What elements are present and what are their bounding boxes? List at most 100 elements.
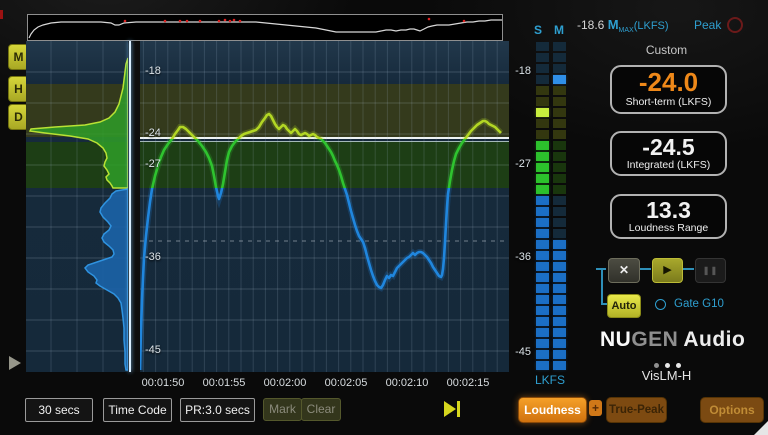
meter-segment [553, 42, 566, 51]
auto-bracket-line [601, 269, 603, 305]
meter-segment [536, 152, 549, 161]
loudness-view-button[interactable]: Loudness [518, 397, 587, 423]
meter-segment [536, 328, 549, 337]
history-curve-graphic [140, 41, 509, 372]
meter-segment [536, 240, 549, 249]
timecode-button[interactable]: Time Code [103, 398, 172, 422]
loudness-range-value: 13.3 [612, 198, 725, 222]
meter-segment [553, 108, 566, 117]
graph-scale-label: -45 [145, 344, 161, 356]
loudness-range-box-label: Loudness Range [612, 222, 725, 234]
meter-segment [553, 53, 566, 62]
meter-segment [553, 328, 566, 337]
short-term-readout-box[interactable]: -24.0 Short-term (LKFS) [610, 65, 727, 114]
preset-name[interactable]: Custom [610, 43, 723, 57]
meter-segment [553, 218, 566, 227]
meter-scale-label: -36 [503, 251, 531, 263]
meter-unit-label: LKFS [527, 373, 573, 387]
momentary-max-readout[interactable]: -18.6 MMAX(LKFS) [577, 17, 669, 34]
add-view-button[interactable]: + [589, 400, 602, 416]
reset-button[interactable]: ✕ [608, 258, 640, 283]
momentary-max-value: -18.6 [577, 18, 604, 32]
momentary-meter-label: M [552, 23, 566, 37]
meter-segment [553, 152, 566, 161]
time-axis-label: 00:02:05 [316, 377, 376, 389]
logo-part-gen: GEN [631, 328, 678, 351]
meter-segment [553, 262, 566, 271]
loudness-range-readout-box[interactable]: 13.3 Loudness Range [610, 194, 727, 239]
meter-segment [553, 284, 566, 293]
meter-segment [553, 97, 566, 106]
peak-indicator-lamp[interactable] [727, 17, 743, 33]
momentary-max-unit: (LKFS) [634, 20, 669, 32]
time-axis-label: 00:02:15 [438, 377, 498, 389]
meter-segment [553, 295, 566, 304]
momentary-max-m: M [608, 17, 619, 32]
histogram-play-icon[interactable] [9, 356, 21, 370]
meter-segment [553, 229, 566, 238]
meter-segment [536, 361, 549, 370]
meter-segment [536, 262, 549, 271]
gate-label: Gate G10 [674, 298, 724, 310]
meter-segment [536, 185, 549, 194]
time-axis-label: 00:01:55 [194, 377, 254, 389]
true-peak-view-button[interactable]: True-Peak [606, 397, 667, 423]
auto-button[interactable]: Auto [607, 294, 641, 318]
meter-segment [553, 75, 566, 84]
meter-segment [536, 141, 549, 150]
meter-segment [536, 174, 549, 183]
meter-segment [536, 284, 549, 293]
history-window-button[interactable]: 30 secs [25, 398, 93, 422]
waveform-overview[interactable] [27, 14, 503, 41]
meter-segment [536, 218, 549, 227]
meter-segment [553, 130, 566, 139]
short-term-value: -24.0 [612, 69, 725, 96]
meter-segment [536, 97, 549, 106]
mark-button[interactable]: Mark [263, 398, 302, 421]
loudness-history-graph[interactable] [140, 41, 509, 372]
integrated-box-label: Integrated (LKFS) [612, 159, 725, 171]
product-name: VisLM-H [610, 368, 723, 383]
practical-range-button[interactable]: PR:3.0 secs [180, 398, 255, 422]
meter-segment [536, 207, 549, 216]
integrated-readout-box[interactable]: -24.5 Integrated (LKFS) [610, 131, 727, 176]
clear-button[interactable]: Clear [301, 398, 341, 421]
graph-scale-label: -18 [145, 65, 161, 77]
meter-segment [553, 141, 566, 150]
meter-segment [536, 350, 549, 359]
meter-segment [553, 317, 566, 326]
play-button[interactable]: ▶ [652, 258, 683, 283]
meter-segment [536, 229, 549, 238]
meter-segment [553, 207, 566, 216]
meter-segment [536, 86, 549, 95]
transport-connector [640, 268, 651, 270]
waveform-overview-graphic [28, 15, 502, 40]
meter-segment [553, 273, 566, 282]
skip-to-end-icon[interactable] [444, 401, 456, 417]
graph-scale-label: -27 [145, 158, 161, 170]
gate-indicator-lamp [655, 299, 666, 310]
meter-segment [536, 75, 549, 84]
logo-part-nu: NU [600, 328, 631, 351]
short-term-meter[interactable] [536, 42, 549, 372]
meter-segment [536, 251, 549, 260]
time-axis-label: 00:02:10 [377, 377, 437, 389]
time-axis-label: 00:01:50 [133, 377, 193, 389]
momentary-max-sub: MAX [619, 27, 634, 34]
meter-segment [536, 317, 549, 326]
meter-segment [536, 119, 549, 128]
resize-grip[interactable] [754, 421, 768, 435]
meter-scale-label: -45 [503, 346, 531, 358]
meter-segment [553, 240, 566, 249]
short-term-meter-label: S [531, 23, 545, 37]
logo-part-audio: Audio [683, 328, 745, 351]
meter-segment [536, 108, 549, 117]
options-button[interactable]: Options [700, 397, 764, 423]
meter-segment [553, 361, 566, 370]
pause-button[interactable]: ❚❚ [695, 258, 726, 283]
meter-segment [536, 53, 549, 62]
loudness-distribution-panel[interactable] [26, 41, 128, 372]
meter-segment [553, 185, 566, 194]
momentary-meter[interactable] [553, 42, 566, 372]
integrated-value: -24.5 [612, 135, 725, 159]
